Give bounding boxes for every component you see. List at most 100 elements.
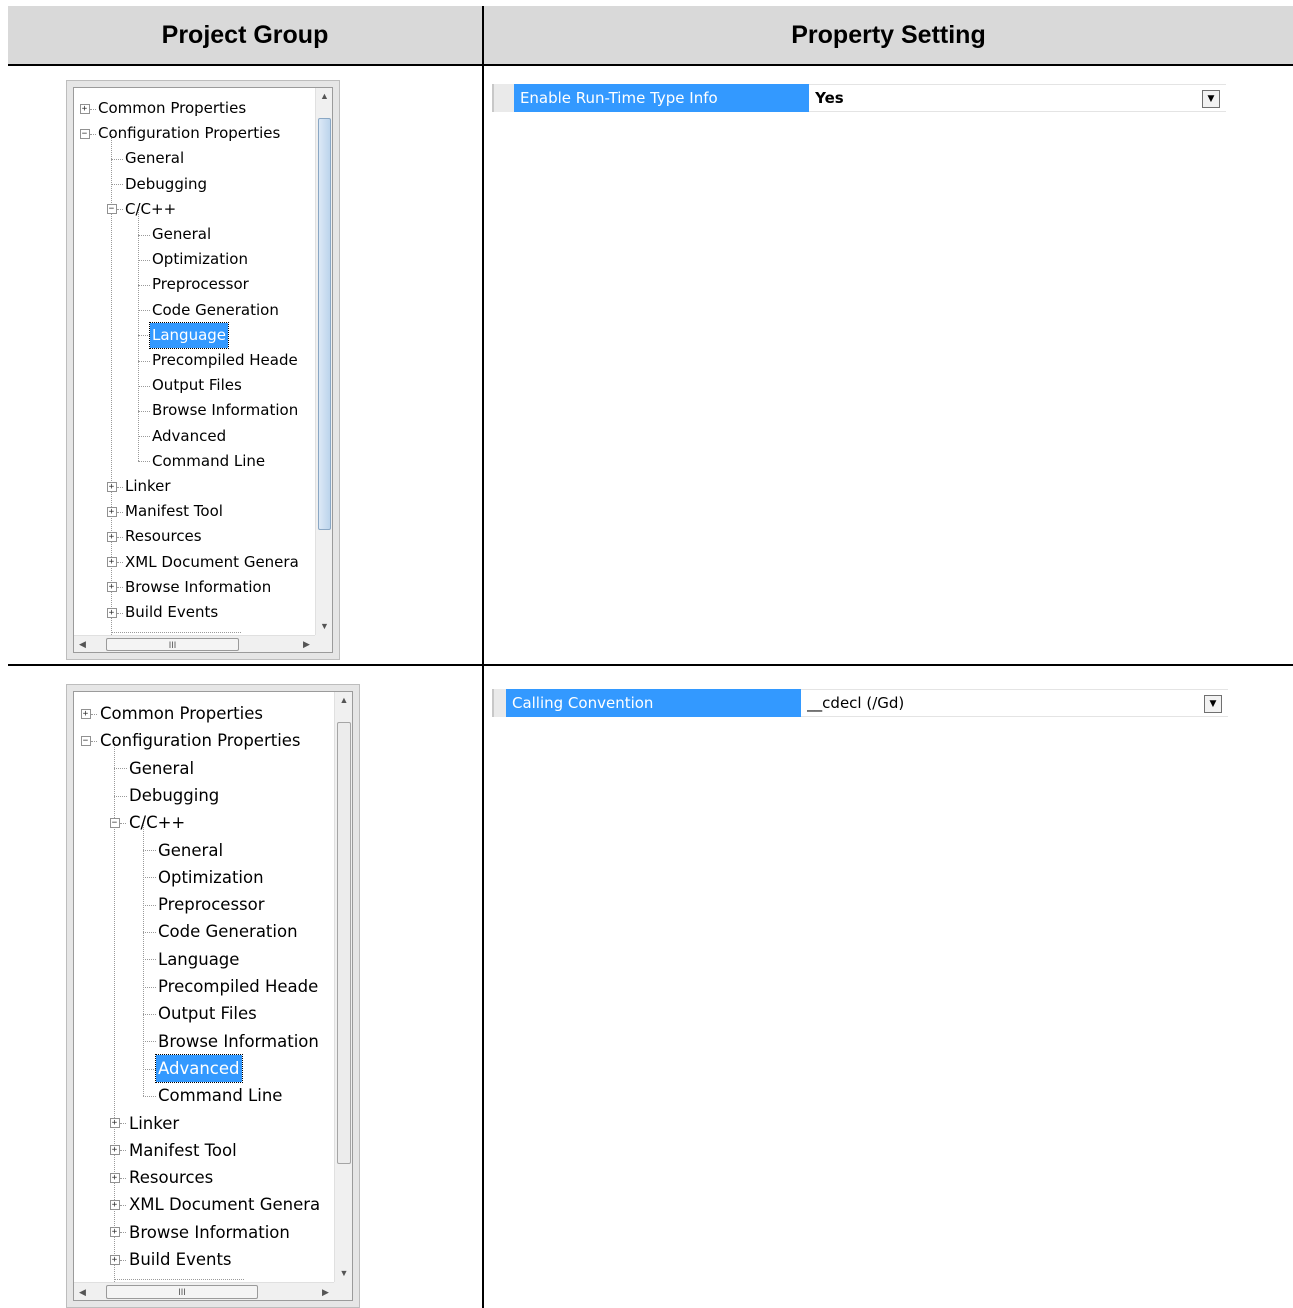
tree-item[interactable]: General (74, 837, 334, 864)
tree-item[interactable]: Precompiled Heade (74, 973, 334, 1000)
tree-item[interactable]: Code Generation (74, 918, 334, 945)
tree-item[interactable]: − C/C++ (74, 809, 334, 836)
scroll-left-icon[interactable]: ◀ (74, 1283, 91, 1300)
horizontal-scrollbar[interactable]: ◀ III ▶ (74, 635, 315, 652)
tree-item[interactable]: Command Line (74, 449, 315, 474)
plus-box-icon[interactable]: + (80, 708, 91, 719)
tree-item[interactable]: + Build Events (74, 1246, 334, 1273)
scroll-down-icon[interactable]: ▼ (335, 1265, 352, 1282)
tree-item[interactable]: Code Generation (74, 298, 315, 323)
tree-item[interactable]: Command Line (74, 1082, 334, 1109)
scroll-up-icon[interactable]: ▲ (335, 692, 352, 709)
tree-item[interactable]: Preprocessor (74, 272, 315, 297)
tree-item[interactable]: + Manifest Tool (74, 499, 315, 524)
tree-connector (137, 310, 150, 312)
tree-item[interactable]: + Resources (74, 1164, 334, 1191)
tree-item[interactable]: General (74, 755, 334, 782)
property-value-field[interactable]: Yes ▼ (809, 84, 1226, 112)
tree-connector (116, 562, 123, 564)
tree-item[interactable]: Output Files (74, 373, 315, 398)
horizontal-scrollbar[interactable]: ◀ III ▶ (74, 1282, 334, 1300)
tree-item[interactable]: + XML Document Genera (74, 1191, 334, 1218)
plus-box-icon[interactable]: + (106, 506, 117, 517)
tree-connector (142, 932, 156, 934)
tree-item[interactable]: General (74, 222, 315, 247)
tree-item[interactable]: + XML Document Genera (74, 550, 315, 575)
tree-item[interactable]: Precompiled Heade (74, 348, 315, 373)
plus-box-icon[interactable]: + (106, 582, 117, 593)
tree-item[interactable]: Browse Information (74, 1028, 334, 1055)
plus-box-icon[interactable]: + (109, 1118, 120, 1129)
plus-box-icon[interactable]: + (79, 103, 90, 114)
plus-box-icon[interactable]: + (109, 1227, 120, 1238)
tree-item-label: Code Generation (158, 922, 298, 942)
tree-item-label: Resources (125, 527, 202, 546)
tree-item[interactable]: + Common Properties (74, 96, 315, 121)
plus-box-icon[interactable]: + (106, 531, 117, 542)
plus-box-icon[interactable]: + (106, 481, 117, 492)
plus-box-icon[interactable]: + (106, 607, 117, 618)
tree-item-label: Command Line (158, 1086, 283, 1106)
tree-item[interactable]: + Browse Information (74, 575, 315, 600)
tree-item[interactable]: + Linker (74, 1110, 334, 1137)
tree-item[interactable]: + Browse Information (74, 1219, 334, 1246)
scrollbar-thumb[interactable] (337, 722, 351, 1164)
tree-connector (137, 360, 150, 362)
tree-item[interactable]: Advanced (74, 424, 315, 449)
tree-item[interactable]: Optimization (74, 247, 315, 272)
tree-connector (116, 587, 123, 589)
tree-item[interactable]: Output Files (74, 1000, 334, 1027)
scroll-up-icon[interactable]: ▲ (316, 88, 332, 105)
tree-item-label: Debugging (129, 785, 220, 805)
minus-box-icon[interactable]: − (106, 204, 117, 215)
tree-item[interactable]: Language (74, 946, 334, 973)
scroll-right-icon[interactable]: ▶ (298, 636, 315, 652)
minus-box-icon[interactable]: − (109, 817, 120, 828)
tree-item-label: Common Properties (100, 704, 263, 723)
scrollbar-thumb[interactable]: III (106, 1285, 258, 1299)
plus-box-icon[interactable]: + (109, 1254, 120, 1265)
scrollbar-thumb[interactable] (318, 118, 331, 530)
tree-item[interactable]: Advanced (74, 1053, 334, 1084)
tree-item[interactable]: + Resources (74, 524, 315, 549)
tree-item[interactable]: + Common Properties (74, 700, 334, 727)
vertical-scrollbar[interactable]: ▲ ▼ (315, 88, 332, 635)
tree-item[interactable]: − Configuration Properties (74, 727, 334, 754)
property-value-field[interactable]: __cdecl (/Gd) ▼ (801, 689, 1228, 717)
tree-item[interactable]: Optimization (74, 864, 334, 891)
tree-item[interactable]: − C/C++ (74, 197, 315, 222)
scrollbar-thumb[interactable]: III (106, 638, 239, 651)
vertical-scrollbar[interactable]: ▲ ▼ (334, 692, 352, 1282)
plus-box-icon[interactable]: + (109, 1200, 120, 1211)
tree-item[interactable]: Debugging (74, 782, 334, 809)
property-value: Yes (815, 89, 844, 107)
tree-item[interactable]: Debugging (74, 172, 315, 197)
minus-box-icon[interactable]: − (80, 735, 91, 746)
tree-item[interactable]: − Configuration Properties (74, 121, 315, 146)
project-tree-window-2: + Common Properties − Configuration Propert… (66, 684, 360, 1308)
tree-item[interactable]: Browse Information (74, 398, 315, 423)
tree-item-label: Browse Information (129, 1222, 290, 1242)
plus-box-icon[interactable]: + (109, 1172, 120, 1183)
chevron-down-icon[interactable]: ▼ (1202, 90, 1220, 108)
tree-view[interactable]: + Common Properties − Configuration Propert… (73, 87, 333, 653)
tree-view[interactable]: + Common Properties − Configuration Propert… (73, 691, 353, 1301)
plus-box-icon[interactable]: + (109, 1145, 120, 1156)
tree-connector (89, 108, 96, 110)
scroll-left-icon[interactable]: ◀ (74, 636, 91, 652)
scroll-down-icon[interactable]: ▼ (316, 618, 332, 635)
scroll-right-icon[interactable]: ▶ (317, 1283, 334, 1300)
chevron-down-icon[interactable]: ▼ (1204, 695, 1222, 713)
tree-item[interactable]: Preprocessor (74, 891, 334, 918)
tree-item[interactable]: + Build Events (74, 600, 315, 625)
tree-item[interactable]: Language (74, 321, 315, 350)
property-row-calling-convention[interactable]: Calling Convention __cdecl (/Gd) ▼ (492, 689, 1228, 717)
tree-item[interactable]: General (74, 146, 315, 171)
plus-box-icon[interactable]: + (106, 557, 117, 568)
property-row-rtti[interactable]: Enable Run-Time Type Info Yes ▼ (492, 84, 1226, 112)
tree-connector (137, 234, 150, 236)
tree-item[interactable]: + Linker (74, 474, 315, 499)
minus-box-icon[interactable]: − (79, 128, 90, 139)
tree-item-partial (110, 632, 241, 633)
tree-item[interactable]: + Manifest Tool (74, 1137, 334, 1164)
